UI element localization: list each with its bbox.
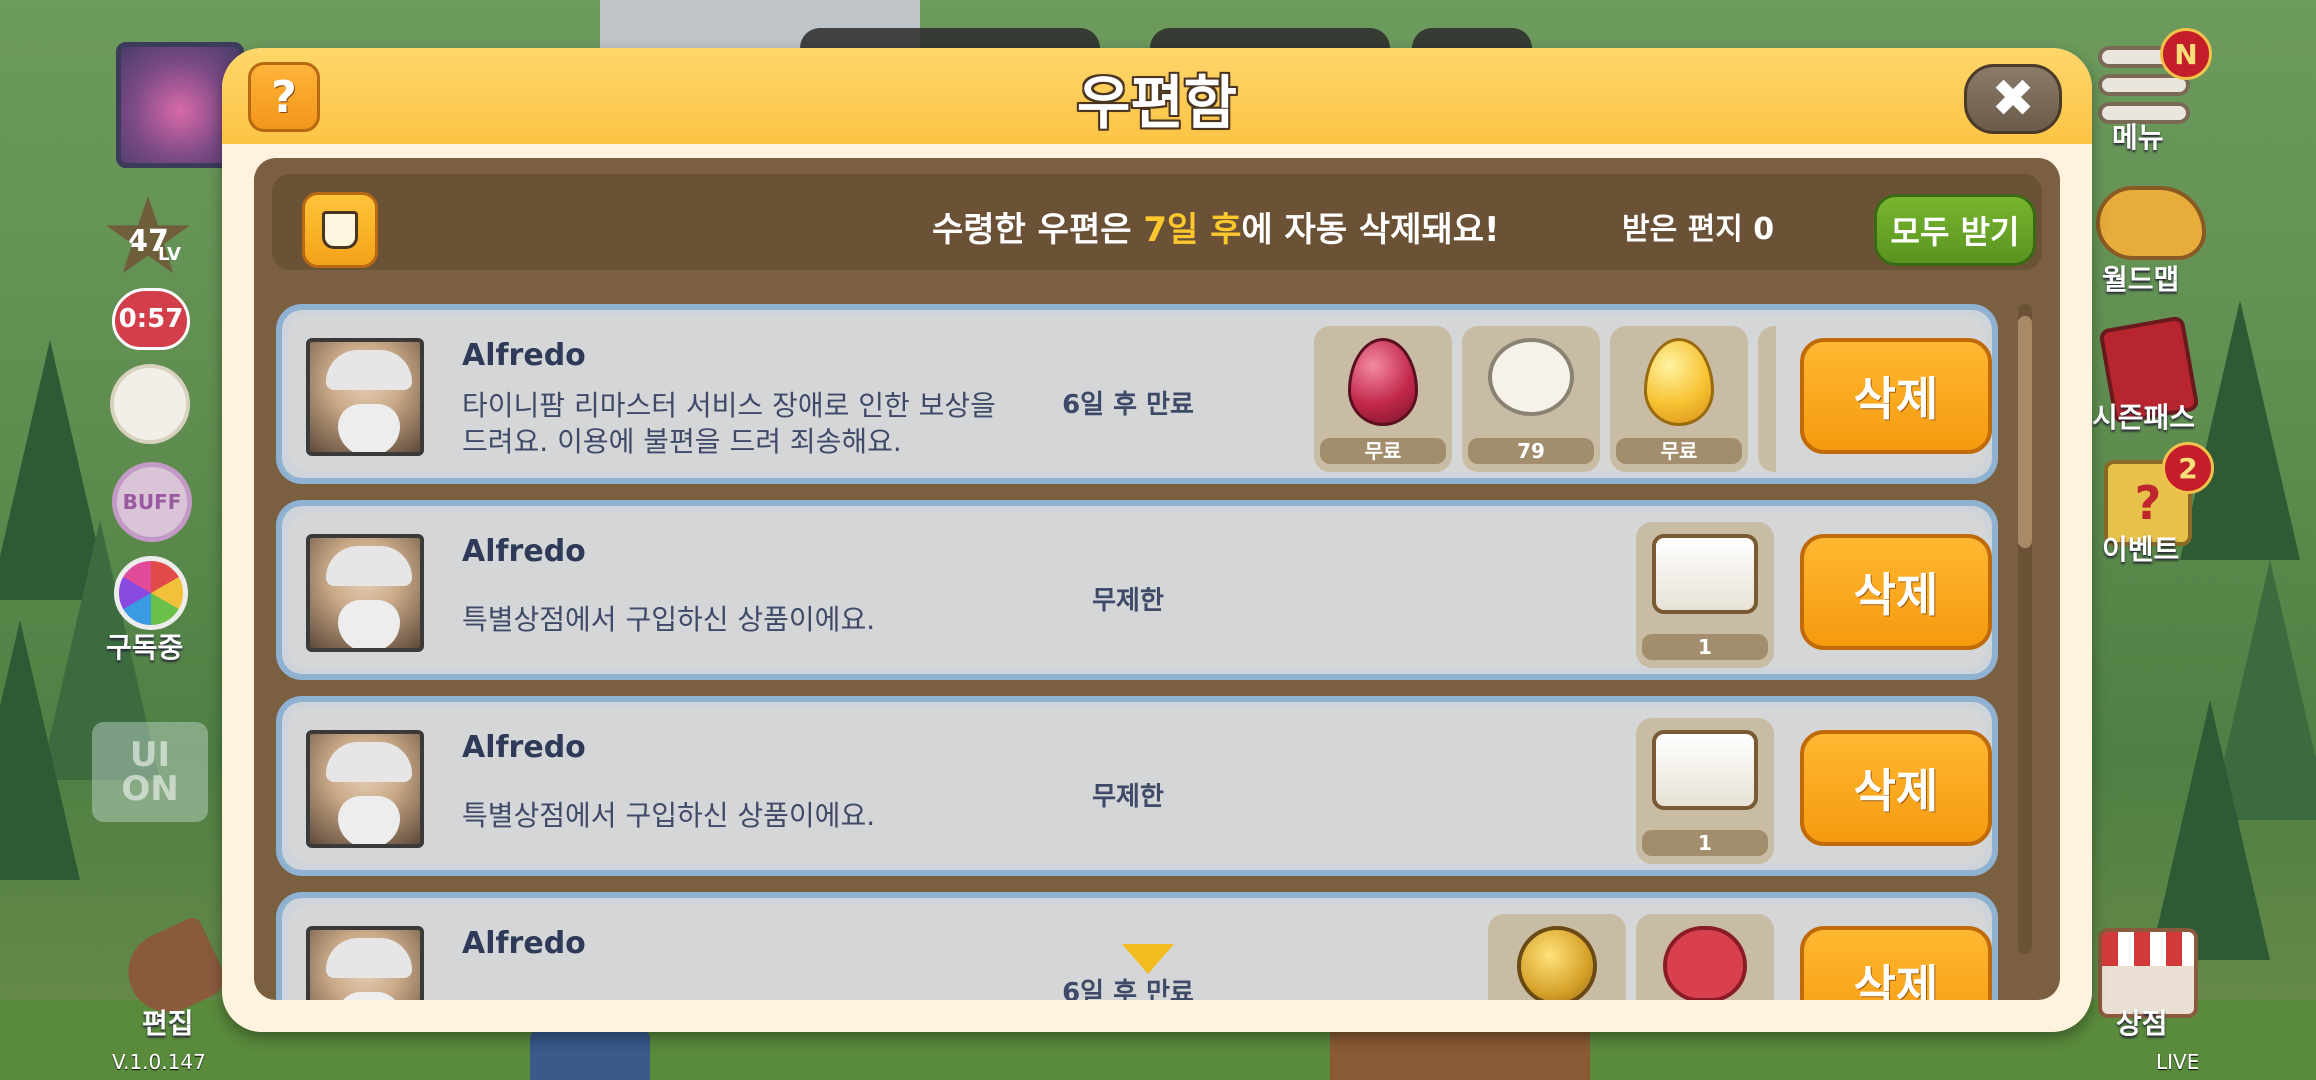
reward-quantity: 무료	[1320, 438, 1446, 464]
level-tag: LV	[158, 244, 181, 265]
heart-timer[interactable]: 0:57	[112, 288, 190, 350]
notice-suffix: 에 자동 삭제돼요!	[1241, 210, 1500, 250]
coin-icon	[1517, 926, 1597, 1000]
mail-message: 특별상점에서 구입하신 상품이에요.	[462, 799, 876, 832]
sender-portrait	[306, 338, 424, 456]
received-count: 받은 편지 0	[1622, 212, 1775, 247]
reward-slot: 1	[1636, 522, 1774, 668]
delete-button[interactable]: 삭제	[1800, 338, 1992, 454]
level-star-icon: 47	[106, 196, 190, 274]
reward-quantity: 79	[1468, 438, 1594, 464]
delete-button[interactable]: 삭제	[1800, 730, 1992, 846]
scroll-down-arrow-icon[interactable]	[1122, 944, 1174, 974]
expiry-text: 6일 후 만료	[1062, 390, 1194, 420]
ui-toggle-label-top: UI	[129, 735, 171, 775]
red-egg-icon	[1348, 338, 1418, 426]
shop-awning	[2102, 932, 2194, 966]
event-count-badge: 2	[2162, 442, 2214, 494]
mail-panel: 수령한 우편은 7일 후에 자동 삭제돼요! 받은 편지 0 모두 받기 Alf…	[254, 158, 2060, 1000]
auto-delete-notice: 수령한 우편은 7일 후에 자동 삭제돼요!	[932, 202, 1500, 251]
scrollbar-thumb[interactable]	[2018, 316, 2032, 548]
heart-icon	[1663, 926, 1747, 1000]
mail-message: 특별상점에서 구입하신 상품이에요.	[462, 603, 876, 636]
receive-all-button[interactable]: 모두 받기	[1874, 194, 2036, 266]
mail-row[interactable]: Alfredo 특별상점에서 구입하신 상품이에요. 무제한 1 삭제	[276, 500, 1998, 680]
edit-label: 편집	[142, 1007, 194, 1040]
golden-egg-icon	[1644, 338, 1714, 426]
help-button[interactable]: ?	[248, 62, 320, 132]
tree-decoration	[0, 620, 80, 880]
notice-highlight: 7일 후	[1143, 210, 1242, 250]
seasonpass-label: 시즌패스	[2092, 401, 2196, 434]
sheep-icon	[1488, 338, 1574, 416]
tree-decoration	[2150, 700, 2270, 960]
sender-portrait	[306, 534, 424, 652]
hair-art	[326, 938, 412, 978]
version-text: V.1.0.147	[112, 1050, 206, 1074]
cup-icon	[302, 192, 378, 268]
reward-slot	[1636, 914, 1774, 1000]
delete-button[interactable]: 삭제	[1800, 534, 1992, 650]
sender-portrait	[306, 730, 424, 848]
buff-button[interactable]: BUFF	[112, 462, 192, 542]
vehicle-decoration	[530, 1030, 650, 1080]
hair-art	[326, 350, 412, 390]
dialog-title: 우편함	[1076, 69, 1238, 137]
reward-quantity: 1	[1642, 830, 1768, 856]
sheep-icon[interactable]	[110, 364, 190, 444]
reward-slot	[1488, 914, 1626, 1000]
reward-quantity: 무료	[1616, 438, 1742, 464]
ui-toggle-button[interactable]: UI ON	[92, 722, 208, 822]
mailbox-dialog: 우편함 ? ✖ 수령한 우편은 7일 후에 자동 삭제돼요! 받은 편지 0 모…	[222, 48, 2092, 1032]
reward-slot: 1	[1636, 718, 1774, 864]
live-text: LIVE	[2156, 1050, 2200, 1074]
beard-art	[338, 404, 400, 452]
delete-button[interactable]: 삭제	[1800, 926, 1992, 1000]
beard-art	[338, 992, 400, 1000]
mail-row-body: Alfredo 특별상점에서 구입하신 상품이에요. 무제한 1 삭제	[288, 512, 1992, 668]
beard-art	[338, 796, 400, 844]
beard-art	[338, 600, 400, 648]
tv-subscription-icon[interactable]	[114, 556, 188, 630]
notice-bar: 수령한 우편은 7일 후에 자동 삭제돼요! 받은 편지 0 모두 받기	[272, 174, 2042, 270]
sender-name: Alfredo	[462, 534, 586, 569]
reward-slot: 79	[1462, 326, 1600, 472]
mail-row-body: Alfredo 특별상점에서 구입하신 상품이에요. 무제한 1 삭제	[288, 708, 1992, 864]
expiry-text: 무제한	[1092, 586, 1164, 616]
menu-label: 메뉴	[2112, 121, 2164, 154]
expiry-text: 무제한	[1092, 782, 1164, 812]
expiry-text: 6일 후 만료	[1062, 978, 1194, 1000]
close-button[interactable]: ✖	[1964, 64, 2062, 134]
cup-glyph	[322, 211, 358, 249]
ui-toggle-label-bottom: ON	[121, 769, 179, 809]
tree-decoration	[2180, 300, 2300, 560]
mail-message: 타이니팜 리마스터 서비스 장애로 인한 보상을 드려요. 이용에 불편을 드려…	[462, 389, 996, 458]
shop-label: 상점	[2116, 1007, 2168, 1040]
sender-name: Alfredo	[462, 926, 586, 961]
sender-name: Alfredo	[462, 338, 586, 373]
reward-slot: 무료	[1314, 326, 1452, 472]
mail-row[interactable]: Alfredo 특별상점에서 구입하신 상품이에요. 무제한 1 삭제	[276, 696, 1998, 876]
menu-new-badge: N	[2160, 28, 2212, 80]
airplane-icon[interactable]	[2096, 186, 2206, 260]
mail-list[interactable]: Alfredo 타이니팜 리마스터 서비스 장애로 인한 보상을 드려요. 이용…	[276, 304, 1998, 1000]
subscribing-label: 구독중	[106, 631, 184, 664]
reward-slot-clipped	[1758, 326, 1776, 472]
hair-art	[326, 546, 412, 586]
notice-prefix: 수령한 우편은	[932, 210, 1144, 250]
sender-name: Alfredo	[462, 730, 586, 765]
gift-package-icon	[1652, 534, 1758, 614]
mail-row[interactable]: Alfredo 타이니팜 리마스터 서비스 장애로 인한 보상을 드려요. 이용…	[276, 304, 1998, 484]
mail-row-body: Alfredo 타이니팜 리마스터 서비스 장애로 인한 보상을 드려요. 이용…	[288, 316, 1992, 472]
event-label: 이벤트	[2102, 533, 2180, 566]
gift-package-icon	[1652, 730, 1758, 810]
worldmap-label: 월드맵	[2102, 263, 2180, 296]
hair-art	[326, 742, 412, 782]
sender-portrait	[306, 926, 424, 1000]
reward-slot: 무료	[1610, 326, 1748, 472]
reward-quantity: 1	[1642, 634, 1768, 660]
